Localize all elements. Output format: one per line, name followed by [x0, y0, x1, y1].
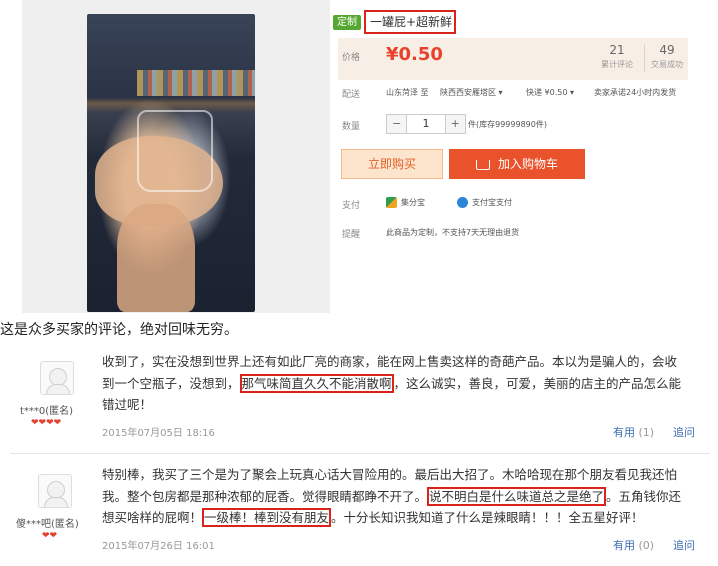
reply-button[interactable]: 追问 [673, 537, 695, 553]
tip-text: 此商品为定制，不支持7天无理由退货 [386, 228, 520, 237]
reviews-count[interactable]: 21 [592, 43, 642, 57]
comment-line: 错过呢！ [102, 397, 153, 412]
product-photo[interactable] [87, 14, 255, 312]
reviews-label: 累计评论 [601, 60, 633, 69]
delivery-method: 快递 ¥0.50 [526, 88, 568, 97]
comment-line: 到一个空瓶子，没想到， [102, 375, 240, 391]
delivery-to-select[interactable]: 陕西西安雁塔区 ▾ [440, 87, 503, 98]
useful-label: 有用 [613, 426, 635, 439]
buy-now-button[interactable]: 立即购买 [341, 149, 443, 179]
comment-line: ，这么诚实，善良，可爱，美丽的店主的产品怎么能 [393, 375, 682, 391]
comment-line: 。十分长知识我知道了什么是辣眼睛！！！全五星好评！ [331, 510, 644, 525]
cart-icon [475, 159, 490, 170]
reply-button[interactable]: 追问 [673, 424, 695, 440]
delivery-promise: 卖家承诺24小时内发货 [594, 88, 677, 97]
photo-pattern [137, 70, 255, 96]
heart-rating-icon: ❤❤❤❤ [31, 418, 62, 428]
avatar [40, 361, 74, 395]
product-title: 一罐屁+超新鲜 [364, 10, 456, 34]
useful-button[interactable]: 有用 (0) [613, 537, 654, 553]
qty-label: 数量 [342, 122, 361, 132]
highlight-box: 那气味简直久久不能消散啊 [239, 373, 394, 393]
price-label: 价格 [342, 53, 361, 63]
useful-label: 有用 [613, 539, 635, 552]
comment-line: 想买啥样的屁啊！ [102, 510, 203, 525]
highlight-box: 说不明白是什么味道总之是绝了 [427, 486, 607, 506]
chevron-down-icon: ▾ [570, 88, 575, 97]
comment-user: 傻***吧(匿名) [16, 519, 79, 530]
sales-label: 交易成功 [651, 60, 683, 69]
chevron-down-icon: ▾ [498, 88, 503, 97]
delivery-label: 配送 [342, 90, 361, 100]
photo-jar [137, 110, 213, 192]
avatar [38, 474, 72, 508]
comment-date: 2015年07月26日 16:01 [102, 541, 215, 552]
useful-button[interactable]: 有用 (1) [613, 424, 654, 440]
comment-divider [10, 453, 710, 454]
stock-text: 件(库存99999890件) [468, 120, 547, 129]
comment-line: 我。整个包房都是那种浓郁的屁香。觉得眼睛都睁不开了。 [102, 488, 428, 504]
comment-line: 特别棒，我买了三个是为了聚会上玩真心话大冒险用的。最后出大招了。木哈哈现在那个朋… [102, 467, 678, 482]
add-to-cart-label: 加入购物车 [497, 157, 558, 171]
pay-method-1-label: 集分宝 [401, 198, 425, 207]
comment-text: 特别棒，我买了三个是为了聚会上玩真心话大冒险用的。最后出大招了。木哈哈现在那个朋… [102, 464, 708, 529]
qty-plus-button[interactable]: + [445, 115, 465, 133]
pay-method-2-label: 支付宝支付 [472, 198, 512, 207]
comment-date: 2015年07月05日 18:16 [102, 428, 215, 439]
comment-user: t***0(匿名) [20, 406, 74, 417]
pay-method-alipay[interactable]: 支付宝支付 [457, 197, 512, 208]
quantity-stepper: − 1 + [386, 114, 466, 134]
delivery-to: 陕西西安雁塔区 [440, 88, 496, 97]
highlight-box: 一级棒！棒到没有朋友 [202, 508, 332, 527]
comment-line: 。五角钱你还 [606, 488, 682, 504]
heart-rating-icon: ❤❤ [42, 531, 58, 541]
delivery-from: 山东菏泽 至 [386, 88, 429, 97]
comment-line: 收到了，实在没想到世界上还有如此厂亮的商家，能在网上售卖这样的奇葩产品。本以为是… [102, 354, 678, 369]
custom-tag: 定制 [333, 15, 361, 30]
alipay-icon [457, 197, 468, 208]
comment-text: 收到了，实在没想到世界上还有如此厂亮的商家，能在网上售卖这样的奇葩产品。本以为是… [102, 351, 708, 416]
photo-arm [117, 204, 195, 312]
reviews-heading: 这是众多买家的评论，绝对回味无穷。 [0, 322, 238, 338]
price-value: ¥0.50 [386, 44, 443, 65]
delivery-method-select[interactable]: 快递 ¥0.50 ▾ [526, 87, 574, 98]
pay-label: 支付 [342, 201, 361, 211]
qty-input[interactable]: 1 [406, 115, 446, 133]
sales-count: 49 [659, 43, 675, 57]
pay-method-jifenbao[interactable]: 集分宝 [386, 197, 425, 208]
jifenbao-icon [386, 197, 397, 208]
tip-label: 提醒 [342, 230, 361, 240]
useful-count: (0) [638, 539, 655, 552]
useful-count: (1) [638, 426, 655, 439]
add-to-cart-button[interactable]: 加入购物车 [449, 149, 585, 179]
qty-minus-button[interactable]: − [387, 115, 407, 133]
